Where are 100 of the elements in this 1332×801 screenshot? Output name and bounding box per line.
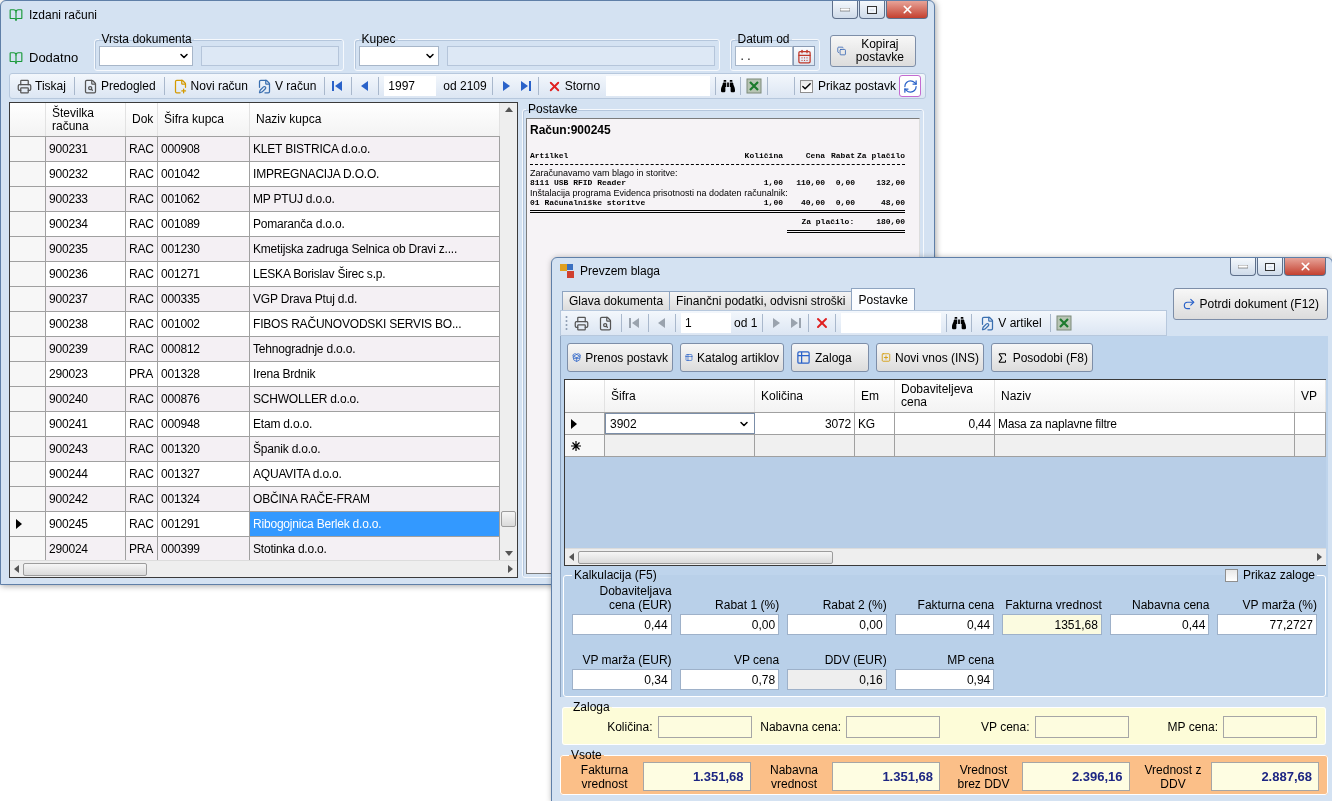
action-button[interactable]: Zaloga — [791, 343, 869, 372]
column-header[interactable]: Številka računa — [46, 103, 126, 136]
minimize-button[interactable] — [1230, 258, 1256, 276]
column-header[interactable]: Naziv — [995, 380, 1295, 412]
to-invoice-button[interactable]: V račun — [253, 76, 320, 96]
tab[interactable]: Finančni podatki, odvisni stroški — [669, 291, 853, 310]
horizontal-scrollbar[interactable] — [10, 560, 517, 577]
group-text: Zaračunavamo vam blago in storitve: — [530, 168, 679, 178]
scroll-thumb[interactable] — [578, 550, 833, 564]
line-item-cell-text: 8111 USB RFID Reader — [530, 178, 627, 188]
preview-button[interactable]: Predogled — [79, 76, 159, 96]
date-field[interactable]: . . — [735, 46, 794, 66]
number-field[interactable] — [1223, 716, 1317, 738]
number-field[interactable]: 0,34 — [572, 669, 672, 690]
number-field[interactable]: 1351,68 — [1002, 614, 1102, 635]
refresh-button[interactable] — [899, 75, 921, 97]
number-field[interactable]: 77,2727 — [1217, 614, 1317, 635]
table-cell: 900237 — [46, 287, 126, 311]
table-cell: RAC — [126, 462, 158, 486]
dropdown-field[interactable] — [359, 46, 440, 66]
field-label: Količina: — [607, 720, 653, 734]
table-cell: 000876 — [158, 387, 250, 411]
new-invoice-button[interactable]: Novi račun — [169, 76, 251, 96]
group-label: Postavke — [527, 102, 579, 116]
number-field[interactable]: 0,00 — [787, 614, 887, 635]
to-article-button[interactable]: V artikel — [977, 313, 1045, 333]
table-cell: PRA — [126, 362, 158, 386]
number-field[interactable]: 0,44 — [572, 614, 672, 635]
spreadsheet-icon[interactable] — [1055, 315, 1072, 331]
dropdown-field[interactable] — [99, 46, 194, 66]
position-field[interactable]: 1997 — [384, 76, 437, 96]
minimize-icon — [1238, 264, 1248, 269]
number-field[interactable]: 0,94 — [894, 669, 995, 690]
record-count: od 1 — [734, 316, 758, 330]
tab[interactable]: Postavke — [851, 288, 915, 310]
corner-header — [565, 380, 605, 412]
spreadsheet-icon[interactable] — [746, 78, 763, 94]
line-item-cell-text: 01 Računalniške storitve — [530, 198, 647, 208]
number-field[interactable]: 0,78 — [679, 669, 780, 690]
column-header[interactable]: Količina — [755, 380, 855, 412]
text-field[interactable] — [201, 46, 340, 66]
close-button[interactable] — [886, 1, 928, 19]
horizontal-scrollbar[interactable] — [565, 548, 1326, 565]
tab[interactable]: Glava dokumenta — [562, 291, 671, 310]
minimize-button[interactable] — [832, 1, 858, 19]
search-field[interactable] — [606, 76, 711, 96]
table-cell: 001062 — [158, 187, 250, 211]
line-item-cell-text: 1,00 — [762, 198, 783, 208]
vertical-scrollbar[interactable] — [500, 103, 517, 560]
number-field[interactable]: 0,00 — [679, 614, 780, 635]
table-cell: 001320 — [158, 437, 250, 461]
confirm-document-button[interactable]: Potrdi dokument (F12) — [1172, 288, 1328, 320]
number-field[interactable] — [1034, 716, 1129, 738]
column-header[interactable]: Em — [855, 380, 895, 412]
cancel-invoice-button[interactable]: Storno — [543, 76, 604, 96]
number-field[interactable] — [846, 716, 940, 738]
close-button[interactable] — [1284, 258, 1326, 276]
binoculars-icon[interactable] — [952, 316, 967, 330]
print-button[interactable]: Tiskaj — [14, 76, 69, 96]
action-button[interactable]: Katalog artiklov — [680, 343, 784, 372]
number-field[interactable]: 0,44 — [1109, 614, 1210, 635]
field-label: DDV (EUR) — [823, 652, 887, 669]
scroll-thumb[interactable] — [23, 562, 147, 576]
action-button[interactable]: Posodobi (F8) — [991, 343, 1093, 372]
show-stock-checkbox[interactable]: Prikaz zaloge — [1224, 568, 1315, 582]
table-cell: 900231 — [46, 137, 126, 161]
row-header[interactable] — [565, 413, 605, 434]
row-header[interactable] — [565, 435, 605, 456]
table-cell: 001327 — [158, 462, 250, 486]
column-header[interactable]: VP — [1295, 380, 1326, 412]
table-icon — [796, 350, 811, 365]
row-header[interactable] — [10, 512, 46, 536]
column-header[interactable]: Šifra — [605, 380, 755, 412]
column-header[interactable]: Naziv kupca — [250, 103, 500, 136]
total-label: Za plačilo: — [801, 217, 855, 226]
text-field[interactable] — [447, 46, 716, 66]
show-items-checkbox[interactable]: Prikaz postavk — [799, 79, 896, 93]
calendar-button[interactable] — [793, 46, 816, 66]
grip-icon — [565, 315, 568, 331]
column-header[interactable]: Dobaviteljeva cena — [895, 380, 995, 412]
number-field[interactable] — [657, 716, 752, 738]
maximize-button[interactable] — [859, 1, 885, 19]
field-label: MP cena — [946, 652, 995, 669]
dropdown-field[interactable]: 3902 — [605, 413, 755, 434]
table-cell: 000908 — [158, 137, 250, 161]
column-header[interactable]: Šifra kupca — [158, 103, 250, 136]
binoculars-icon[interactable] — [721, 79, 736, 93]
action-button[interactable]: Novi vnos (INS) — [876, 343, 984, 372]
scroll-thumb[interactable] — [501, 511, 516, 527]
number-field[interactable]: 0,44 — [894, 614, 995, 635]
total-value: 180,00 — [876, 217, 905, 226]
action-button[interactable]: Prenos postavk — [567, 343, 673, 372]
preview-icon — [82, 78, 98, 94]
column-header[interactable]: Dok — [126, 103, 158, 136]
table-cell: Ribogojnica Berlek d.o.o. — [250, 512, 500, 536]
maximize-button[interactable] — [1257, 258, 1283, 276]
copy-items-button[interactable]: Kopiraj postavke — [830, 35, 916, 67]
search-field[interactable] — [841, 313, 942, 333]
position-field[interactable]: 1 — [681, 313, 731, 333]
table-cell: 001042 — [158, 162, 250, 186]
